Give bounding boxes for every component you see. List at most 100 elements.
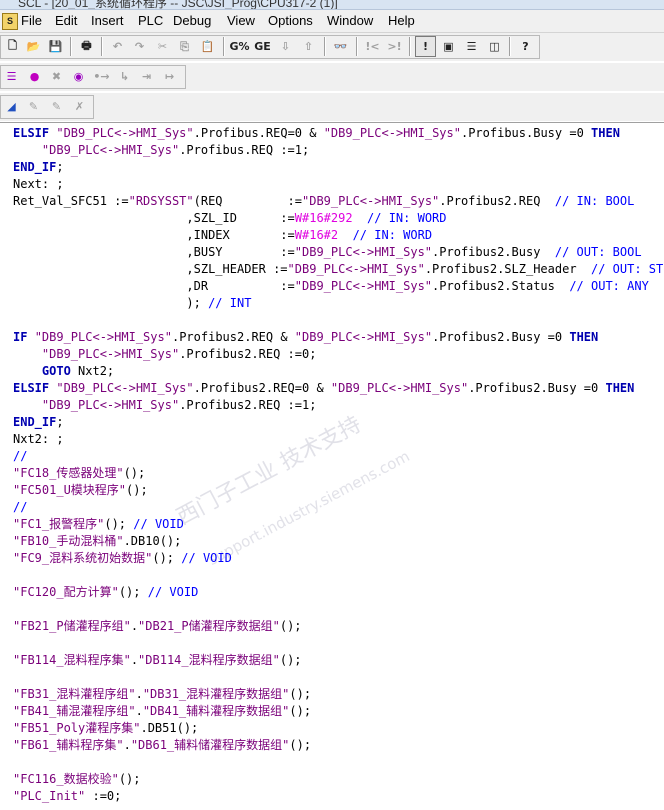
code-line[interactable]: ,INDEX :=W#16#2 // IN: WORD <box>13 227 432 244</box>
code-line[interactable]: "FB61_辅料程序集"."DB61_辅料储灌程序数据组"(); <box>13 737 311 754</box>
code-line[interactable]: "FB31_混料灌程序组"."DB31_混料灌程序数据组"(); <box>13 686 311 703</box>
menu-plc[interactable]: PLC <box>138 13 163 28</box>
code-line[interactable]: ,SZL_HEADER :="DB9_PLC<->HMI_Sys".Profib… <box>13 261 664 278</box>
tile-vertical-icon[interactable]: ◫ <box>484 36 505 57</box>
code-token: "DB9_PLC<->HMI_Sys" <box>41 398 180 412</box>
code-line[interactable]: "FB21_P储灌程序组"."DB21_P储灌程序数据组"(); <box>13 618 302 635</box>
code-line[interactable]: Ret_Val_SFC51 :="RDSYSST"(REQ :="DB9_PLC… <box>13 193 634 210</box>
menu-debug[interactable]: Debug <box>173 13 211 28</box>
list-icon[interactable]: ☰ <box>1 66 22 87</box>
step-into-icon[interactable]: ↳ <box>114 66 135 87</box>
code-line[interactable]: "FC18_传感器处理"(); <box>13 465 145 482</box>
breakpoint-icon[interactable]: ● <box>24 66 45 87</box>
menu-window[interactable]: Window <box>327 13 373 28</box>
find-icon[interactable]: 👓 <box>330 36 351 57</box>
run-to-cursor-icon[interactable]: ↦ <box>159 66 180 87</box>
code-line[interactable]: "FC9_混料系统初始数据"(); // VOID <box>13 550 232 567</box>
open-icon[interactable]: 📂 <box>23 36 44 57</box>
compile-all-icon[interactable]: GE <box>252 36 273 57</box>
redo-icon[interactable]: ↷ <box>129 36 150 57</box>
code-line[interactable]: // <box>13 499 27 516</box>
code-line[interactable]: Nxt2: ; <box>13 431 64 448</box>
code-token: "DB9_PLC<->HMI_Sys" <box>302 194 440 208</box>
code-token: // INT <box>208 296 252 310</box>
error-info-icon[interactable]: ! <box>415 36 436 57</box>
monitor-on-icon[interactable]: ✎ <box>23 96 44 117</box>
undo-icon[interactable]: ↶ <box>107 36 128 57</box>
code-token: . <box>123 738 131 752</box>
code-line[interactable]: ,DR :="DB9_PLC<->HMI_Sys".Profibus2.Stat… <box>13 278 648 295</box>
clear-monitor-icon[interactable]: ✗ <box>69 96 90 117</box>
code-line[interactable]: ,BUSY :="DB9_PLC<->HMI_Sys".Profibus2.Bu… <box>13 244 641 261</box>
code-line[interactable]: GOTO Nxt2; <box>13 363 114 380</box>
prev-error-icon[interactable]: !< <box>362 36 383 57</box>
code-line[interactable]: "FB10_手动混料桶".DB10(); <box>13 533 181 550</box>
monitor-icon[interactable]: ◉ <box>68 66 89 87</box>
scl-app-icon[interactable]: S <box>2 13 18 30</box>
code-line[interactable]: END_IF; <box>13 159 64 176</box>
compile-icon[interactable]: G% <box>229 36 250 57</box>
step-icon[interactable]: •→ <box>91 66 112 87</box>
code-token: (); <box>289 687 312 701</box>
code-line[interactable]: "FB51_Poly灌程序集".DB51(); <box>13 720 198 737</box>
upload-icon[interactable]: ⇧ <box>298 36 319 57</box>
code-editor[interactable]: 西门子工业 技术支持 support.industry.siemens.com … <box>0 122 664 810</box>
monitor-toolbar: ◢ ✎ ✎ ✗ <box>0 93 664 121</box>
menu-help[interactable]: Help <box>388 13 415 28</box>
delete-breakpoint-icon[interactable]: ✖ <box>46 66 67 87</box>
standard-toolbar: 🗋 📂 💾 🖶 ↶ ↷ ✂ ⎘ 📋 G% GE ⇩ ⇧ 👓 !< >! ! ▣ … <box>0 33 664 61</box>
code-line[interactable]: IF "DB9_PLC<->HMI_Sys".Profibus2.REQ & "… <box>13 329 598 346</box>
code-token: "DB9_PLC<->HMI_Sys" <box>330 381 469 395</box>
code-token: "FB51_Poly灌程序集" <box>13 721 141 735</box>
code-token: "FB61_辅料程序集" <box>13 738 124 752</box>
code-line[interactable]: "FC120_配方计算"(); // VOID <box>13 584 198 601</box>
code-line[interactable]: // <box>13 448 27 465</box>
next-error-icon[interactable]: >! <box>384 36 405 57</box>
code-token: ,INDEX := <box>13 228 295 242</box>
help-icon[interactable]: ? <box>515 36 536 57</box>
code-token: "FB21_P储灌程序组" <box>13 619 131 633</box>
code-line[interactable]: "PLC_Init" :=0; <box>13 788 121 805</box>
menu-insert[interactable]: Insert <box>91 13 124 28</box>
copy-icon[interactable]: ⎘ <box>174 36 195 57</box>
code-token: "DB9_PLC<->HMI_Sys" <box>56 381 194 395</box>
paste-icon[interactable]: 📋 <box>197 36 218 57</box>
code-token: . <box>130 619 139 633</box>
code-line[interactable]: "FC116_数据校验"(); <box>13 771 141 788</box>
monitor-off-icon[interactable]: ✎ <box>46 96 67 117</box>
menu-file[interactable]: File <box>21 13 42 28</box>
code-line[interactable]: "DB9_PLC<->HMI_Sys".Profibus2.REQ :=1; <box>13 397 317 414</box>
code-line[interactable]: "FB41_辅混灌程序组"."DB41_辅料灌程序数据组"(); <box>13 703 311 720</box>
code-line[interactable]: "DB9_PLC<->HMI_Sys".Profibus.REQ :=1; <box>13 142 309 159</box>
menu-options[interactable]: Options <box>268 13 313 28</box>
code-line[interactable]: "FC501_U模块程序"(); <box>13 482 148 499</box>
code-line[interactable]: ); // INT <box>13 295 251 312</box>
tile-horizontal-icon[interactable]: ☰ <box>461 36 482 57</box>
code-line[interactable]: "FB114_混料程序集"."DB114_混料程序数据组"(); <box>13 652 302 669</box>
code-line[interactable]: ELSIF "DB9_PLC<->HMI_Sys".Profibus.REQ=0… <box>13 125 620 142</box>
highlight-icon[interactable]: ◢ <box>1 96 22 117</box>
code-token: . <box>135 704 143 718</box>
code-token: "PLC_Init" <box>13 789 86 803</box>
new-icon[interactable]: 🗋 <box>2 36 23 57</box>
code-line[interactable]: ELSIF "DB9_PLC<->HMI_Sys".Profibus2.REQ=… <box>13 380 634 397</box>
cut-icon[interactable]: ✂ <box>152 36 173 57</box>
code-line[interactable]: ,SZL_ID :=W#16#292 // IN: WORD <box>13 210 446 227</box>
code-line[interactable]: END_IF; <box>13 414 64 431</box>
code-line[interactable]: Next: ; <box>13 176 64 193</box>
code-token: .DB51(); <box>140 721 199 735</box>
code-token: "DB114_混料程序数据组" <box>138 653 280 667</box>
code-token: Profibus.REQ <box>200 126 288 140</box>
cascade-icon[interactable]: ▣ <box>438 36 459 57</box>
save-icon[interactable]: 💾 <box>45 36 66 57</box>
print-icon[interactable]: 🖶 <box>76 36 97 57</box>
download-icon[interactable]: ⇩ <box>275 36 296 57</box>
code-line[interactable]: "FC1_报警程序"(); // VOID <box>13 516 184 533</box>
menu-view[interactable]: View <box>227 13 255 28</box>
code-line[interactable]: "DB9_PLC<->HMI_Sys".Profibus2.REQ :=0; <box>13 346 317 363</box>
code-token: "DB61_辅料储灌程序数据组" <box>130 738 290 752</box>
menu-edit[interactable]: Edit <box>55 13 77 28</box>
step-out-icon[interactable]: ⇥ <box>136 66 157 87</box>
